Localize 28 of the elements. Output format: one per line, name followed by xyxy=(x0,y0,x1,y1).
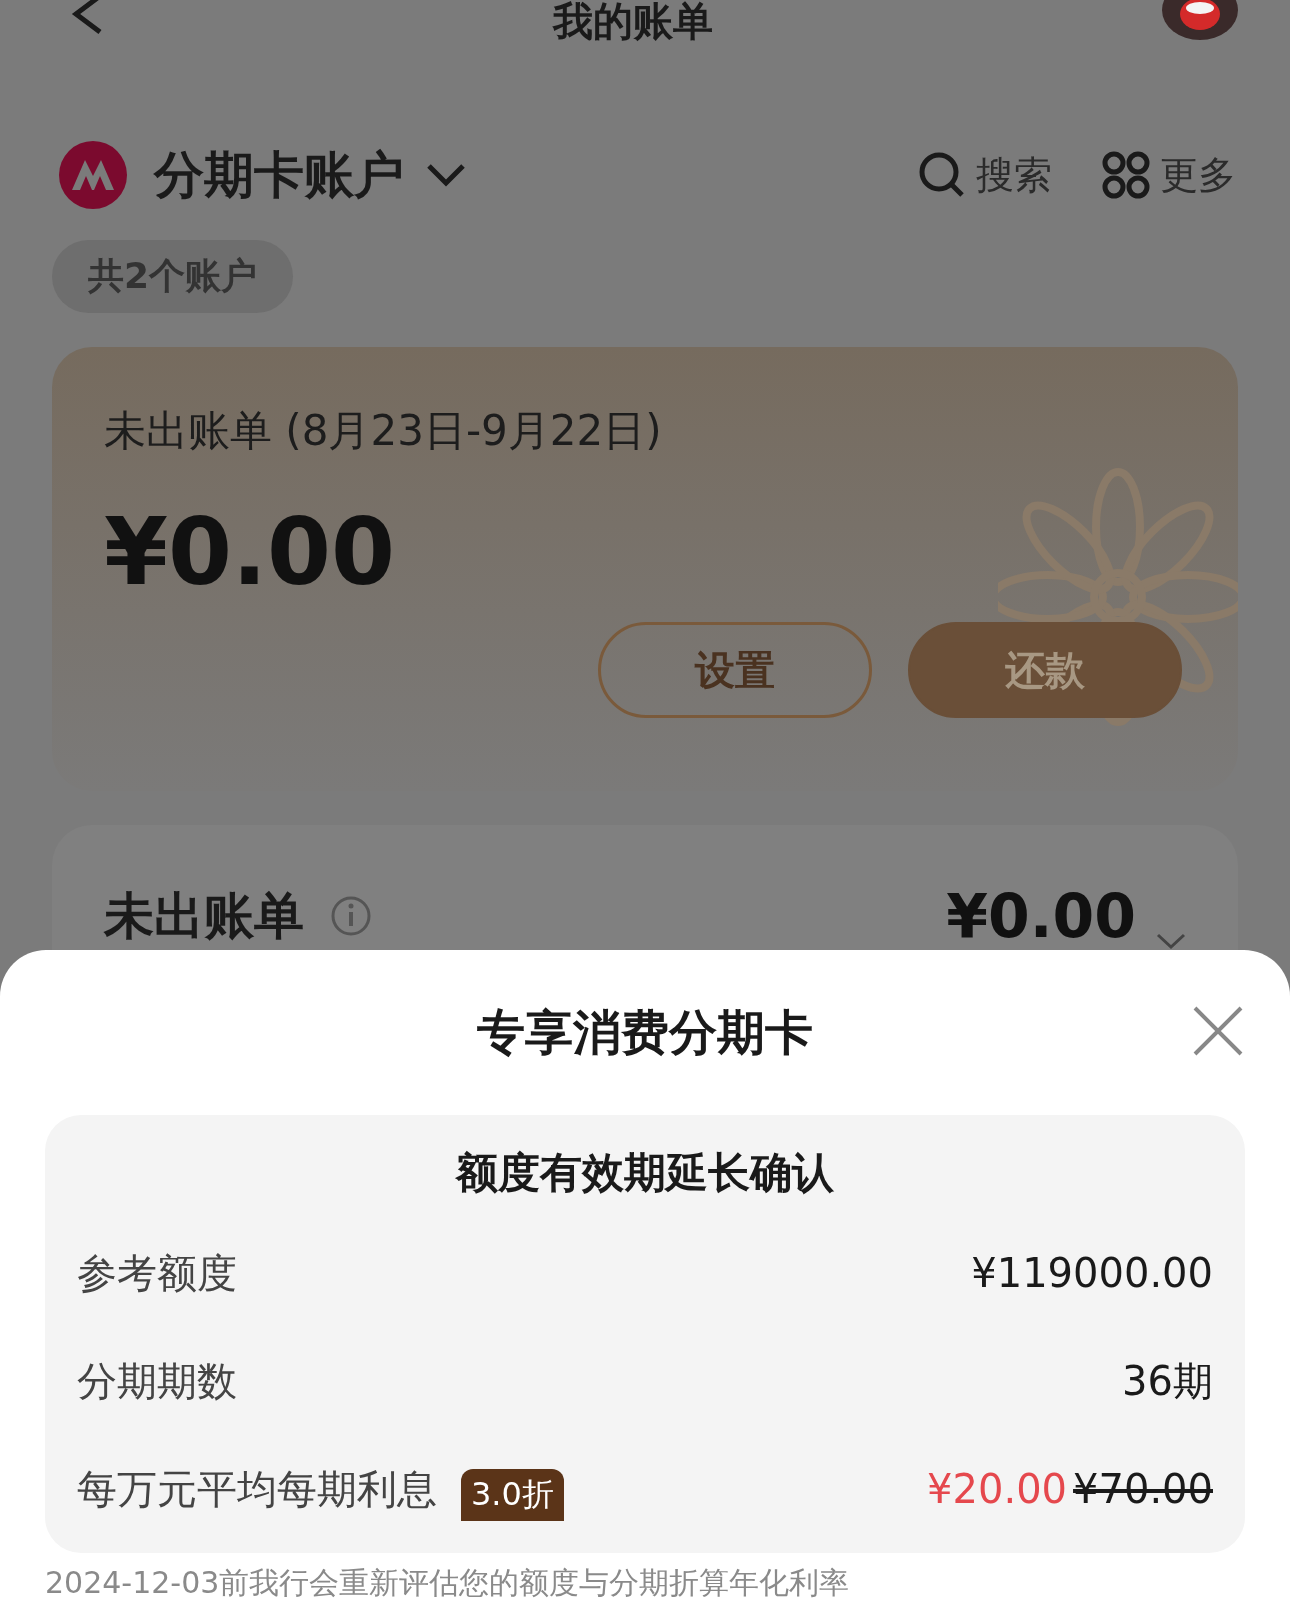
repay-button[interactable]: 还款 xyxy=(908,622,1182,718)
panel-title: 额度有效期延长确认 xyxy=(454,1147,835,1199)
search-icon[interactable] xyxy=(918,151,966,199)
page-title: 我的账单 xyxy=(553,0,713,46)
account-name[interactable]: 分期卡账户 xyxy=(154,141,404,209)
chevron-down-icon[interactable] xyxy=(426,162,466,188)
more-label[interactable]: 更多 xyxy=(1160,149,1236,201)
discount-badge: 3.0折 xyxy=(461,1469,564,1521)
row-label: 分期期数 xyxy=(77,1356,237,1406)
close-button[interactable] xyxy=(1191,1004,1245,1058)
row-value: 36期 xyxy=(1122,1356,1213,1406)
search-label[interactable]: 搜索 xyxy=(976,149,1052,201)
row-label: 参考额度 xyxy=(77,1248,237,1298)
sheet-title: 专享消费分期卡 xyxy=(477,1002,813,1062)
bill-period: 未出账单 (8月23日-9月22日) xyxy=(104,405,663,457)
bill-amount: ¥0.00 xyxy=(104,499,396,606)
footnote: 2024-12-03前我行会重新评估您的额度与分期折算年化利率 xyxy=(45,1564,851,1602)
summary-title: 未出账单 xyxy=(104,885,304,947)
bank-logo-icon xyxy=(58,140,128,210)
discounted-value: ¥20.00 xyxy=(927,1466,1068,1512)
row-label: 每万元平均每期利息 xyxy=(77,1464,437,1514)
row-value: ¥119000.00 xyxy=(971,1250,1213,1296)
grid-icon[interactable] xyxy=(1102,151,1150,199)
summary-amount: ¥0.00 xyxy=(946,881,1136,951)
settings-button[interactable]: 设置 xyxy=(598,622,872,718)
original-value: ¥70.00 xyxy=(1073,1466,1213,1512)
chevron-down-icon[interactable] xyxy=(1156,931,1186,951)
account-count-chip[interactable]: 共2个账户 xyxy=(52,240,294,313)
